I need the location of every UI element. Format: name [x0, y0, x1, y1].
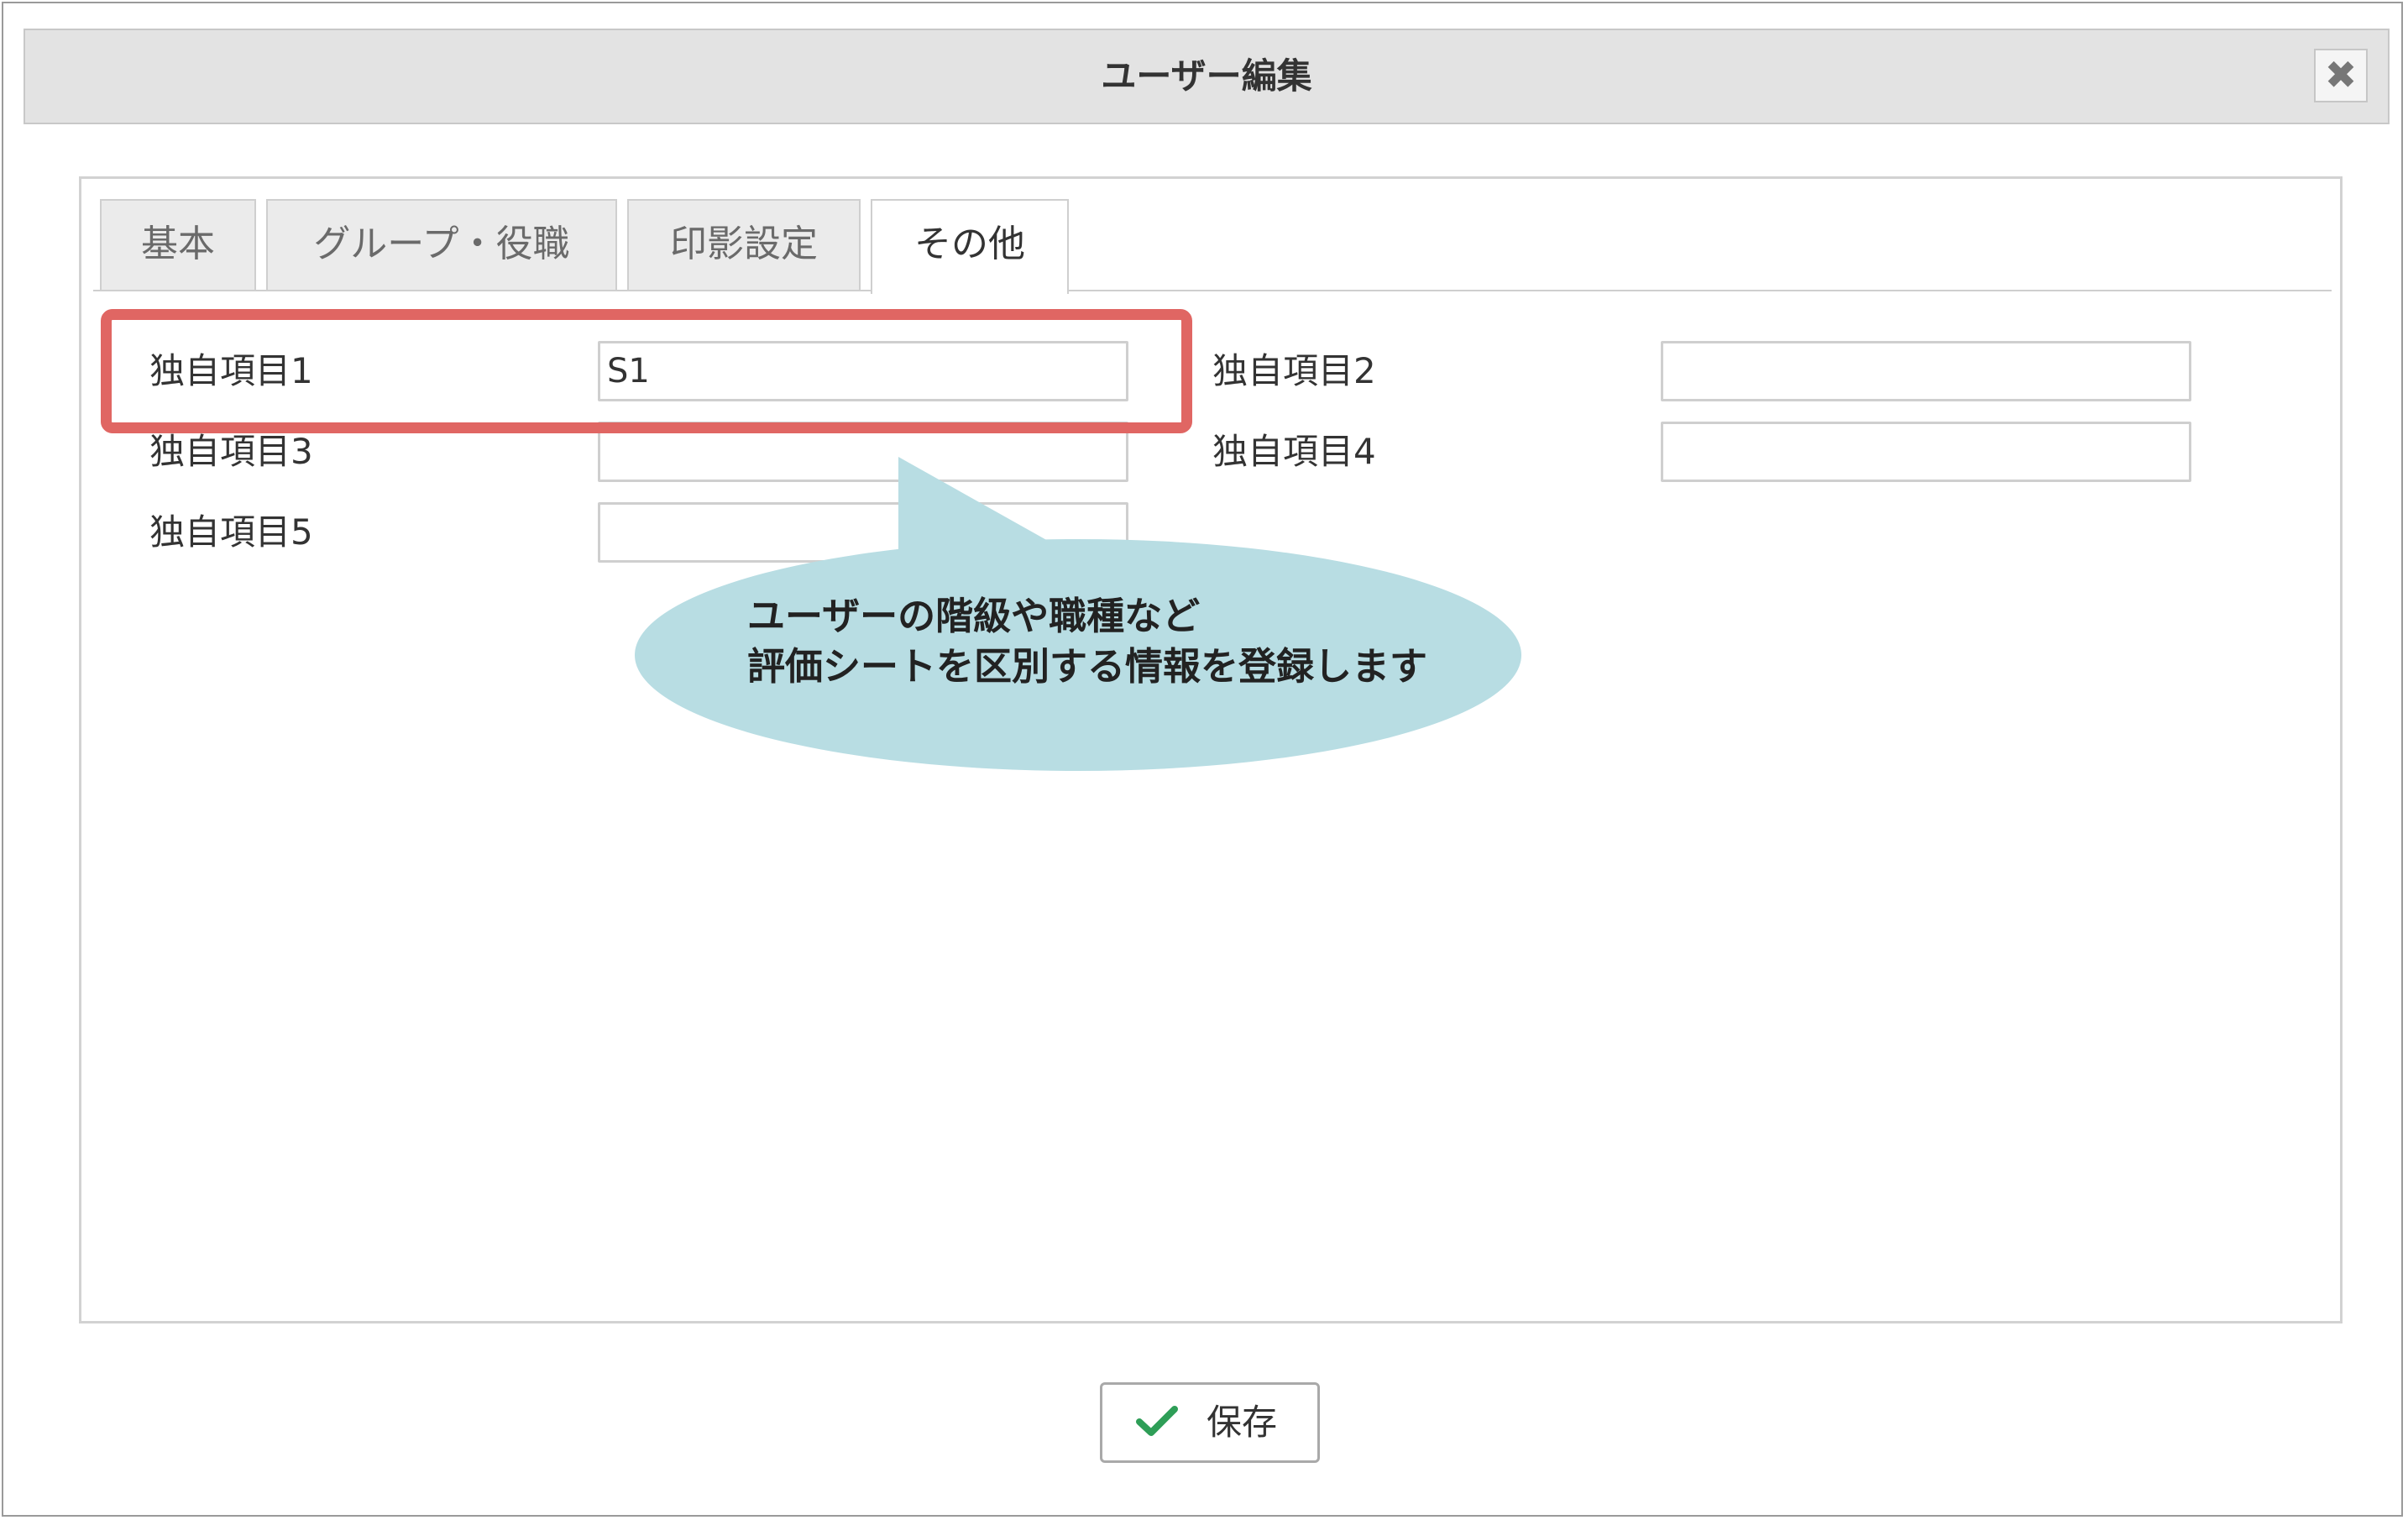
callout-bubble: [635, 457, 1521, 771]
callout-line-1: ユーザーの階級や職種など: [747, 594, 1201, 638]
callout-text: ユーザーの階級や職種など 評価シートを区別する情報を登録します: [747, 591, 1503, 692]
callout-line-2: 評価シートを区別する情報を登録します: [747, 644, 1428, 689]
dialog-window: ユーザー編集 ✖ 基本 グループ・役職 印影設定 その他 独自項目1 独自項目2…: [2, 2, 2403, 1517]
